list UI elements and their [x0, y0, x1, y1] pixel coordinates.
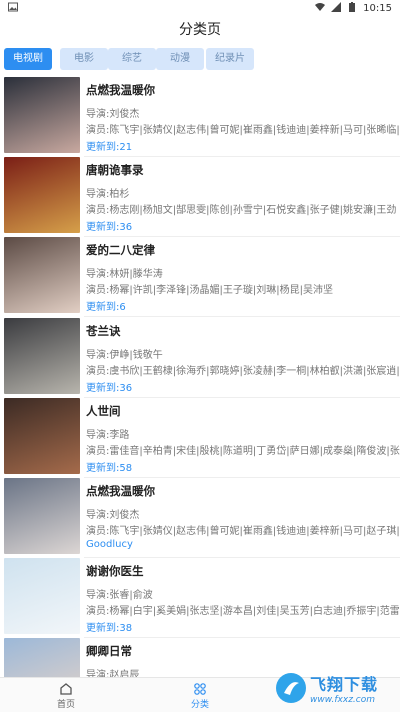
- item-title: 点燃我温暖你: [86, 484, 155, 498]
- item-update: 更新到:36: [86, 222, 133, 233]
- category-tabs: 电视剧 电影 综艺 动漫 纪录片: [0, 48, 400, 74]
- list-item[interactable]: 点燃我温暖你 导演:刘俊杰 演员:陈飞宇|张婧仪|赵志伟|曾可妮|崔雨鑫|钱迪迪…: [0, 477, 400, 558]
- nav-category-button[interactable]: 分类: [170, 680, 230, 710]
- list-item[interactable]: 唐朝诡事录 导演:柏杉 演员:杨志刚|杨旭文|郜思雯|陈创|孙雪宁|石悦安鑫|张…: [0, 156, 400, 237]
- item-cast: 演员:杨幂|许凯|李泽锋|汤晶媚|王子璇|刘琳|杨昆|吴沛坚: [86, 285, 333, 296]
- item-title: 爱的二八定律: [86, 243, 155, 257]
- item-director: 导演:赵启辰: [86, 670, 140, 677]
- wifi-icon: [315, 2, 326, 15]
- item-director: 导演:刘俊杰: [86, 109, 140, 120]
- item-update: 更新到:58: [86, 463, 133, 474]
- item-cast: 演员:杨幂|白宇|奚美娟|张志坚|游本昌|刘佳|吴玉芳|白志迪|乔振宇|范雷|: [86, 606, 400, 617]
- item-director: 导演:张睿|俞波: [86, 590, 153, 601]
- watermark-url: www.fxxz.com: [310, 694, 375, 705]
- item-director: 导演:伊峥|钱敬午: [86, 350, 163, 361]
- clock-time: 10:15: [363, 3, 392, 14]
- item-update: 更新到:38: [86, 623, 133, 634]
- item-title: 唐朝诡事录: [86, 163, 144, 177]
- item-title: 点燃我温暖你: [86, 83, 155, 97]
- item-update: 更新到:36: [86, 383, 133, 394]
- image-icon: [8, 2, 18, 15]
- poster-image[interactable]: [4, 478, 80, 554]
- battery-icon: [347, 2, 357, 15]
- list-item[interactable]: 爱的二八定律 导演:林妍|滕华涛 演员:杨幂|许凯|李泽锋|汤晶媚|王子璇|刘琳…: [0, 236, 400, 317]
- item-update: 更新到:6: [86, 302, 126, 313]
- grid-icon: [193, 683, 207, 695]
- watermark-logo: 飞翔下载 www.fxxz.com: [276, 664, 400, 711]
- watermark-text: 飞翔下载: [310, 674, 379, 694]
- watermark-icon: [276, 672, 306, 703]
- nav-home-button[interactable]: 首页: [36, 680, 96, 710]
- tab-anime[interactable]: 动漫: [156, 48, 204, 70]
- page-title: 分类页: [179, 22, 221, 38]
- tab-variety[interactable]: 综艺: [108, 48, 156, 70]
- item-cast: 演员:陈飞宇|张婧仪|赵志伟|曾可妮|崔雨鑫|钱迪迪|姜梓新|马可|赵子琪|: [86, 526, 400, 537]
- item-director: 导演:李路: [86, 430, 130, 441]
- poster-image[interactable]: [4, 558, 80, 634]
- tab-documentary[interactable]: 纪录片: [206, 48, 254, 70]
- poster-image[interactable]: [4, 77, 80, 153]
- item-director: 导演:刘俊杰: [86, 510, 140, 521]
- status-bar: 10:15: [0, 0, 400, 17]
- item-director: 导演:柏杉: [86, 189, 130, 200]
- item-update: 更新到:21: [86, 142, 133, 153]
- item-title: 卿卿日常: [86, 644, 132, 658]
- list-item[interactable]: 谢谢你医生 导演:张睿|俞波 演员:杨幂|白宇|奚美娟|张志坚|游本昌|刘佳|吴…: [0, 557, 400, 638]
- signal-icon: [331, 2, 342, 15]
- home-icon: [59, 683, 73, 695]
- item-title: 谢谢你医生: [86, 564, 144, 578]
- poster-image[interactable]: [4, 318, 80, 394]
- poster-image[interactable]: [4, 237, 80, 313]
- poster-image[interactable]: [4, 638, 80, 677]
- item-update: Goodlucy: [86, 539, 133, 550]
- tab-movie[interactable]: 电影: [60, 48, 108, 70]
- item-title: 苍兰诀: [86, 324, 121, 338]
- item-cast: 演员:雷佳音|辛柏青|宋佳|殷桃|陈道明|丁勇岱|萨日娜|成泰燊|隋俊波|张: [86, 446, 400, 457]
- item-cast: 演员:虞书欣|王鹤棣|徐海乔|郭晓婷|张凌赫|李一桐|林柏叡|洪潇|张宸逍|: [86, 366, 400, 377]
- tab-tv-series[interactable]: 电视剧: [4, 48, 52, 70]
- item-title: 人世间: [86, 404, 121, 418]
- nav-label: 首页: [56, 700, 75, 710]
- poster-image[interactable]: [4, 398, 80, 474]
- drama-list: 点燃我温暖你 导演:刘俊杰 演员:陈飞宇|张婧仪|赵志伟|曾可妮|崔雨鑫|钱迪迪…: [0, 76, 400, 677]
- list-item[interactable]: 点燃我温暖你 导演:刘俊杰 演员:陈飞宇|张婧仪|赵志伟|曾可妮|崔雨鑫|钱迪迪…: [0, 76, 400, 157]
- item-director: 导演:林妍|滕华涛: [86, 269, 163, 280]
- item-cast: 演员:杨志刚|杨旭文|郜思雯|陈创|孙雪宁|石悦安鑫|张子健|姚安濂|王劲: [86, 205, 397, 216]
- nav-label: 分类: [190, 700, 209, 710]
- list-item[interactable]: 苍兰诀 导演:伊峥|钱敬午 演员:虞书欣|王鹤棣|徐海乔|郭晓婷|张凌赫|李一桐…: [0, 317, 400, 398]
- item-cast: 演员:陈飞宇|张婧仪|赵志伟|曾可妮|崔雨鑫|钱迪迪|姜梓新|马可|张晞临|: [86, 125, 400, 136]
- list-item[interactable]: 人世间 导演:李路 演员:雷佳音|辛柏青|宋佳|殷桃|陈道明|丁勇岱|萨日娜|成…: [0, 397, 400, 478]
- poster-image[interactable]: [4, 157, 80, 233]
